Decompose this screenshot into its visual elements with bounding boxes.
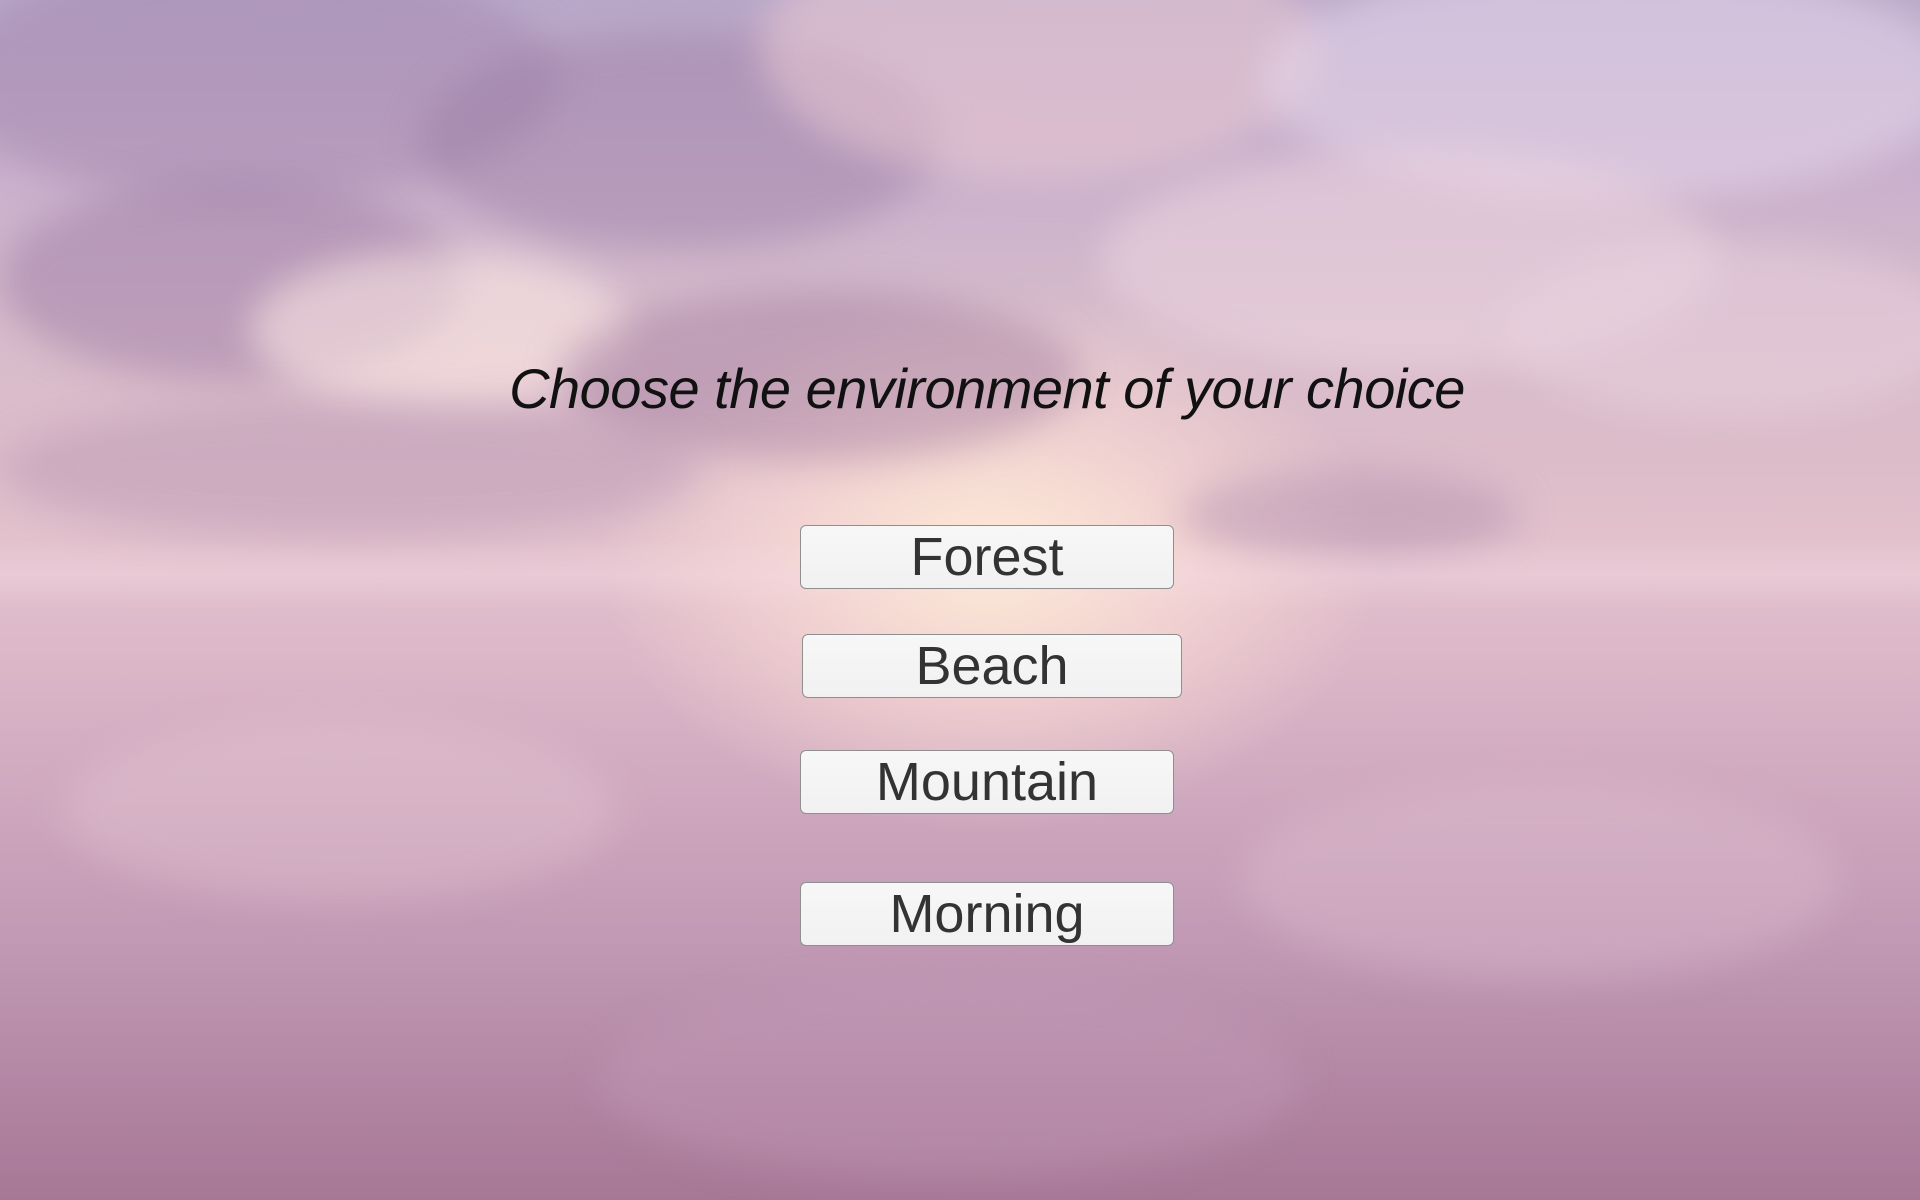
cloud: [1260, 0, 1920, 200]
cloud: [0, 400, 700, 540]
cloud-reflection: [600, 980, 1300, 1180]
environment-selection-screen: Choose the environment of your choice Fo…: [0, 0, 1920, 1200]
beach-button[interactable]: Beach: [802, 634, 1182, 698]
cloud-reflection: [60, 720, 620, 900]
mountain-button-label: Mountain: [875, 752, 1099, 812]
cloud: [760, 0, 1320, 180]
beach-button-label: Beach: [915, 636, 1069, 696]
forest-button[interactable]: Forest: [800, 525, 1174, 589]
cloud: [420, 30, 940, 250]
cloud: [0, 0, 560, 200]
cloud-reflection: [1240, 780, 1840, 980]
cloud: [1180, 470, 1520, 560]
mountain-button[interactable]: Mountain: [800, 750, 1174, 814]
morning-button[interactable]: Morning: [800, 882, 1174, 946]
forest-button-label: Forest: [910, 527, 1064, 587]
morning-button-label: Morning: [889, 884, 1085, 944]
cloud: [1100, 150, 1720, 370]
cloud: [0, 180, 460, 380]
page-title: Choose the environment of your choice: [509, 357, 1465, 420]
